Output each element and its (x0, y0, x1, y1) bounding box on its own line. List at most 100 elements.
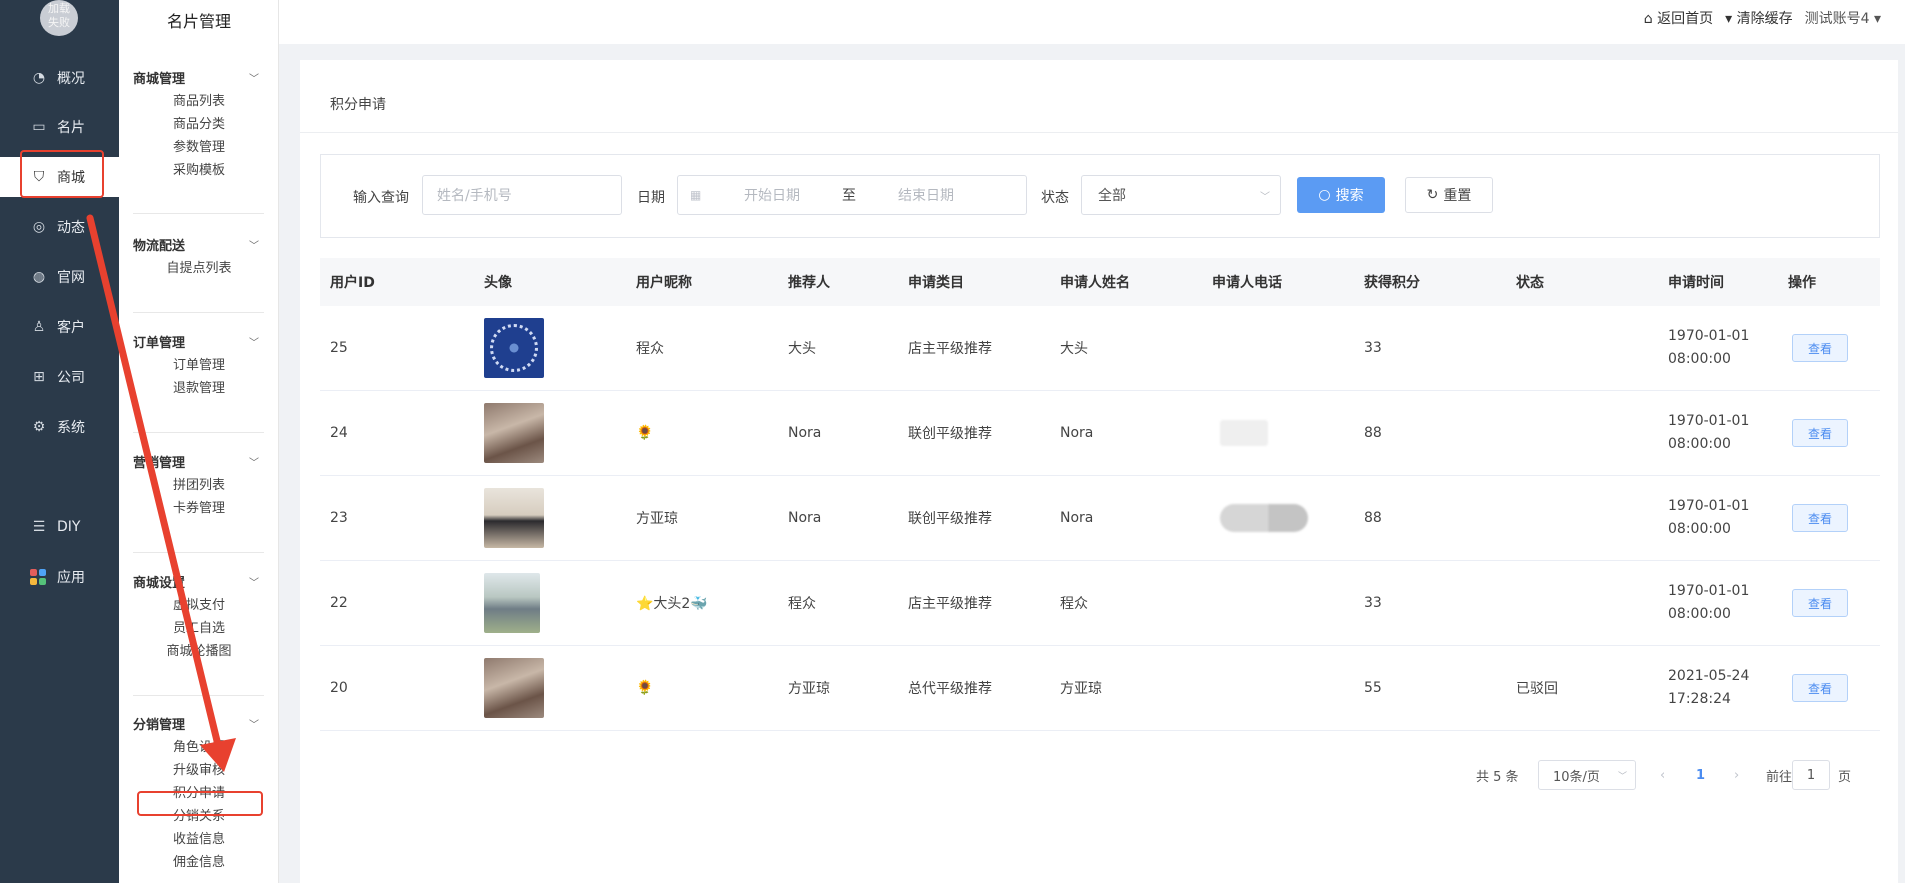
nav-item-card[interactable]: ▭ 名片 (0, 107, 119, 147)
category: 店主平级推荐 (908, 341, 992, 357)
status-select-value: 全部 (1098, 188, 1126, 204)
apply-date: 2021-05-24 (1668, 668, 1750, 684)
menu-group-header[interactable]: 商城管理 ﹀ (119, 64, 278, 90)
menu-group-header[interactable]: 物流配送 ﹀ (119, 231, 278, 257)
menu-item-staff-select[interactable]: 员工自选 (119, 617, 278, 640)
menu-item-order-manage[interactable]: 订单管理 (119, 354, 278, 377)
end-date-input[interactable]: 结束日期 (898, 185, 954, 205)
menu-group-header[interactable]: 营销管理 ﹀ (119, 448, 278, 474)
apply-clock: 08:00:00 (1668, 436, 1731, 452)
menu-item-role-settings[interactable]: 角色设置 (119, 736, 278, 759)
referrer: Nora (788, 425, 822, 441)
menu-item-virtual-pay[interactable]: 虚拟支付 (119, 594, 278, 617)
menu-item-product-list[interactable]: 商品列表 (119, 90, 278, 113)
card-icon: ▭ (32, 119, 46, 135)
menu-group-header[interactable]: 订单管理 ﹀ (119, 328, 278, 354)
home-link[interactable]: ⌂ 返回首页 (1644, 8, 1713, 28)
avatar-dots (490, 324, 538, 372)
menu-item-pickup-list[interactable]: 自提点列表 (119, 257, 278, 280)
view-button[interactable]: 查看 (1792, 419, 1848, 447)
search-button[interactable]: ○ 搜索 (1297, 177, 1385, 213)
redacted-phone (1220, 420, 1268, 446)
column-header: 申请人电话 (1212, 275, 1282, 291)
prev-page-button[interactable]: ‹ (1660, 760, 1665, 790)
view-button[interactable]: 查看 (1792, 589, 1848, 617)
action-cell: 查看 (1792, 646, 1848, 730)
menu-item-income-info[interactable]: 收益信息 (119, 828, 278, 851)
date-range-picker[interactable]: ▦ 开始日期 至 结束日期 (677, 175, 1027, 215)
apply-time: 1970-01-01 08:00:00 (1668, 391, 1749, 475)
sub-nav-title: 名片管理 (166, 12, 231, 31)
view-button[interactable]: 查看 (1792, 504, 1848, 532)
user-id: 23 (330, 510, 348, 526)
chevron-down-icon: ﹀ (249, 240, 259, 252)
nav-item-apps[interactable]: 应用 (0, 557, 119, 597)
avatar (484, 573, 540, 633)
nav-item-label: 系统 (57, 420, 85, 436)
filter-bar: 输入查询 姓名/手机号 日期 ▦ 开始日期 至 结束日期 状态 全部 ﹀ ○ 搜… (320, 154, 1880, 238)
menu-item-purchase-template[interactable]: 采购模板 (119, 159, 278, 182)
points: 33 (1364, 340, 1382, 356)
points: 55 (1364, 680, 1382, 696)
column-header: 推荐人 (788, 275, 830, 291)
apply-time: 1970-01-01 08:00:00 (1668, 561, 1749, 645)
chevron-down-icon: ﹀ (249, 73, 259, 85)
points: 33 (1364, 595, 1382, 611)
menu-item-product-category[interactable]: 商品分类 (119, 113, 278, 136)
action-cell: 查看 (1792, 391, 1848, 475)
points: 88 (1364, 425, 1382, 441)
menu-item-carousel[interactable]: 商城轮播图 (119, 640, 278, 663)
apply-clock: 08:00:00 (1668, 521, 1731, 537)
menu-item-commission-info[interactable]: 佣金信息 (119, 851, 278, 874)
pagination: 共 5 条 10条/页 ﹀ ‹ 1 › 前往 1 页 (300, 760, 1898, 792)
nav-item-diy[interactable]: ☰ DIY (0, 507, 119, 547)
menu-item-params[interactable]: 参数管理 (119, 136, 278, 159)
menu-item-coupons[interactable]: 卡券管理 (119, 497, 278, 520)
start-date-input[interactable]: 开始日期 (744, 185, 800, 205)
avatar-cell (484, 391, 544, 475)
user-id: 25 (330, 340, 348, 356)
status-label: 状态 (1041, 190, 1069, 206)
page-size-select[interactable]: 10条/页 ﹀ (1538, 760, 1636, 790)
nav-item-company[interactable]: ⊞ 公司 (0, 357, 119, 397)
avatar-cell (484, 306, 544, 390)
nav-item-system[interactable]: ⚙ 系统 (0, 407, 119, 447)
applicant-name: 大头 (1060, 341, 1088, 357)
view-button[interactable]: 查看 (1792, 334, 1848, 362)
search-input-placeholder: 姓名/手机号 (437, 188, 512, 204)
search-input[interactable]: 姓名/手机号 (422, 175, 622, 215)
nav-item-overview[interactable]: ◔ 概况 (0, 58, 119, 98)
nav-item-label: 概况 (57, 71, 85, 87)
broom-icon: ▾ (1725, 11, 1733, 27)
org-icon: ⊞ (33, 369, 45, 385)
status-select[interactable]: 全部 ﹀ (1081, 175, 1281, 215)
clear-cache-link[interactable]: ▾ 清除缓存 (1725, 8, 1792, 28)
goto-page-input[interactable]: 1 (1792, 760, 1830, 790)
account-dropdown[interactable]: 测试账号4 ▾ (1805, 8, 1881, 28)
nav-item-label: 名片 (57, 120, 85, 136)
applicant-name: 方亚琼 (1060, 681, 1102, 697)
diy-icon: ☰ (32, 519, 46, 535)
menu-item-refund-manage[interactable]: 退款管理 (119, 377, 278, 400)
nav-item-dynamic[interactable]: ◎ 动态 (0, 207, 119, 247)
menu-group-header[interactable]: 分销管理 ﹀ (119, 710, 278, 736)
view-button[interactable]: 查看 (1792, 674, 1848, 702)
nav-item-label: 客户 (57, 320, 85, 336)
category: 联创平级推荐 (908, 426, 992, 442)
menu-item-upgrade-review[interactable]: 升级审核 (119, 759, 278, 782)
nav-item-label: 官网 (57, 270, 85, 286)
column-header: 获得积分 (1364, 275, 1420, 291)
next-page-button[interactable]: › (1734, 760, 1739, 790)
nav-item-website[interactable]: ◍ 官网 (0, 257, 119, 297)
menu-item-group-buy[interactable]: 拼团列表 (119, 474, 278, 497)
nav-item-customer[interactable]: ♙ 客户 (0, 307, 119, 347)
page-number-current[interactable]: 1 (1696, 760, 1705, 790)
reset-button[interactable]: ↻ 重置 (1405, 177, 1493, 213)
status: 已驳回 (1516, 681, 1558, 697)
redacted-phone (1220, 504, 1308, 532)
column-header: 头像 (484, 275, 512, 291)
divider (133, 432, 264, 433)
menu-group-header[interactable]: 商城设置 ﹀ (119, 568, 278, 594)
total-count: 共 5 条 (1476, 769, 1519, 785)
chevron-left-icon: ‹ (1660, 767, 1666, 783)
